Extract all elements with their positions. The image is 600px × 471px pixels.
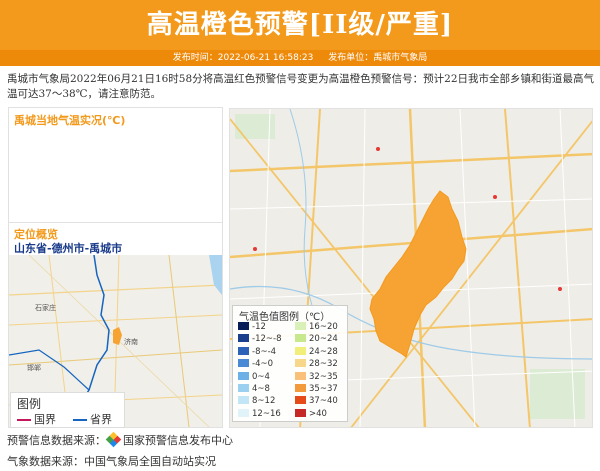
legend-item-2: -8~-4 [238, 346, 276, 358]
legend-item-7: 12~16 [238, 408, 281, 420]
publish-time: 发布时间：2022-06-21 16:58:23 [172, 53, 314, 63]
legend-swatch [295, 346, 306, 355]
alert-description: 禹城市气象局2022年06月21日16时58分将高温红色预警信号变更为高温橙色预… [7, 73, 595, 100]
legend-swatch [295, 371, 306, 380]
legend-item-0: -12 [238, 322, 266, 333]
legend-item-8: 16~20 [295, 322, 338, 333]
legend-item-12: 32~35 [295, 371, 338, 383]
legend-province-border: 省界 [73, 411, 112, 427]
legend-swatch [295, 396, 306, 405]
legend-item-13: 35~37 [295, 384, 338, 395]
legend-item-11: 28~32 [295, 359, 338, 370]
weather-source: 气象数据来源：中国气象局全国自动站实况 [7, 455, 216, 468]
national-border-line-icon [17, 419, 31, 421]
left-panel: 禹城当地气温实况(℃) 定位概览 山东省-德州市-禹城市 石家庄 济南 邯郸 [8, 107, 223, 428]
legend-swatch [238, 346, 249, 355]
legend-swatch [238, 371, 249, 380]
map-legend-title: 图例 [17, 397, 42, 411]
city-label-shijiazhuang: 石家庄 [35, 304, 56, 312]
temperature-legend: 气温色值图例（℃） -12 -12~-8 -8~-4 -4~0 0~4 4~8 8~12 12… [232, 305, 348, 422]
alert-meta-bar: 发布时间：2022-06-21 16:58:23 发布单位：禹城市气象局 [0, 50, 600, 66]
legend-swatch [238, 334, 249, 343]
legend-swatch [295, 334, 306, 343]
legend-swatch [238, 359, 249, 368]
legend-item-14: 37~40 [295, 396, 338, 407]
weather-observation-area [9, 130, 222, 220]
legend-swatch [238, 408, 249, 417]
legend-swatch [295, 384, 306, 392]
temperature-legend-title: 气温色值图例（℃） [239, 312, 331, 323]
city-label-handan: 邯郸 [27, 364, 41, 372]
alert-header: 高温橙色预警[II级/严重] 发布时间：2022-06-21 16:58:23 … [0, 0, 600, 66]
legend-swatch [295, 322, 306, 330]
legend-item-9: 20~24 [295, 334, 338, 345]
legend-swatch [295, 359, 306, 368]
city-label-jinan: 济南 [124, 338, 138, 346]
legend-item-5: 4~8 [238, 384, 270, 395]
legend-national-border: 国界 [17, 411, 56, 427]
map-legend: 图例 国界 省界 [10, 392, 125, 428]
weather-observation-title: 禹城当地气温实况(℃) [14, 114, 126, 127]
legend-item-4: 0~4 [238, 371, 270, 383]
legend-swatch [238, 384, 249, 392]
alert-title: 高温橙色预警[II级/严重] [146, 10, 454, 40]
legend-swatch [238, 396, 249, 405]
legend-item-1: -12~-8 [238, 334, 281, 345]
legend-item-10: 24~28 [295, 346, 338, 358]
legend-item-6: 8~12 [238, 396, 275, 407]
legend-swatch [238, 322, 249, 330]
warning-source-link[interactable]: 国家预警信息发布中心 [123, 434, 233, 447]
location-path: 山东省-德州市-禹城市 [14, 242, 123, 255]
legend-item-15: >40 [295, 408, 327, 420]
warning-center-logo-icon [105, 431, 122, 448]
warning-source: 预警信息数据来源： 国家预警信息发布中心 [7, 431, 233, 448]
province-border-line-icon [73, 419, 87, 421]
legend-swatch [295, 408, 306, 417]
legend-item-3: -4~0 [238, 359, 273, 370]
publisher: 发布单位：禹城市气象局 [328, 53, 428, 63]
